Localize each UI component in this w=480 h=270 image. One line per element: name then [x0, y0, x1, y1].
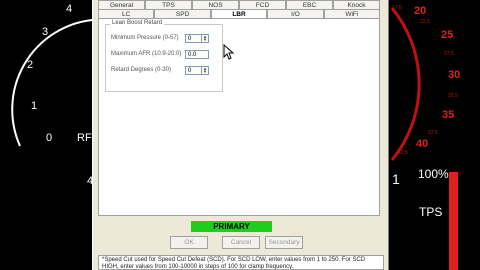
maximum-afr-label: Maximum AFR (10.9-20.0)	[111, 51, 182, 57]
right-gauge-minor-32-5: 32.5	[448, 93, 458, 99]
right-gauge-minor-37-5: 37.5	[428, 130, 438, 136]
retard-degrees-spinner[interactable]: ▲ ▼	[201, 67, 208, 74]
minimum-pressure-value: 0	[188, 36, 192, 42]
right-gauge-center: 1	[392, 171, 400, 187]
status-badge: PRIMARY	[191, 221, 272, 232]
left-gauge-tick-4: 4	[66, 3, 72, 15]
ok-button[interactable]: OK	[170, 236, 208, 249]
right-gauge-tick-30: 30	[448, 69, 460, 81]
minimum-pressure-spinner[interactable]: ▲ ▼	[201, 35, 208, 42]
right-gauge-minor-27-5: 27.5	[444, 51, 454, 57]
right-gauge-minor-17-5: 17.5	[392, 5, 402, 11]
left-gauge-tick-0: 0	[46, 132, 52, 144]
config-dialog: General TPS NOS FCD EBC Knock LC SPD LBR…	[92, 0, 389, 270]
secondary-button[interactable]: Secondary	[265, 236, 303, 249]
right-gauge-tick-35: 35	[442, 109, 454, 121]
retard-degrees-input[interactable]: 0 ▲ ▼	[185, 66, 209, 75]
right-gauge-minor-22-5: 22.5	[420, 19, 430, 25]
tps-percent: 100%	[418, 167, 449, 181]
minimum-pressure-input[interactable]: 0 ▲ ▼	[185, 34, 209, 43]
mouse-cursor-icon	[223, 44, 235, 60]
cancel-button[interactable]: Cancel	[222, 236, 260, 249]
left-gauge-unit: RF	[77, 132, 92, 144]
group-title: Lean Boost Retard	[110, 20, 165, 26]
tps-bar	[449, 172, 458, 270]
tab-panel-lbr: Lean Boost Retard Minimum Pressure (0-57…	[98, 18, 380, 216]
lean-boost-retard-group: Lean Boost Retard Minimum Pressure (0-57…	[105, 20, 223, 92]
minimum-pressure-label: Minimum Pressure (0-57)	[111, 35, 179, 41]
maximum-afr-input[interactable]: 0.0	[185, 50, 209, 59]
right-gauge-tick-40: 40	[416, 138, 428, 150]
right-gauge-tick-20: 20	[414, 5, 426, 17]
right-gauge-minor-42-5: 42.5	[398, 150, 408, 156]
tps-label: TPS	[419, 205, 443, 219]
right-gauge-tick-25: 25	[441, 29, 453, 41]
description-box: *Speed Cut used for Speed Cut Defeat (SC…	[98, 255, 384, 270]
left-gauge-tick-1: 1	[31, 100, 37, 112]
retard-degrees-value: 0	[188, 68, 192, 74]
retard-degrees-label: Retard Degrees (0-30)	[111, 67, 172, 73]
left-gauge-tick-2: 2	[27, 59, 33, 71]
maximum-afr-value: 0.0	[188, 52, 197, 58]
left-gauge-tick-3: 3	[42, 26, 48, 38]
